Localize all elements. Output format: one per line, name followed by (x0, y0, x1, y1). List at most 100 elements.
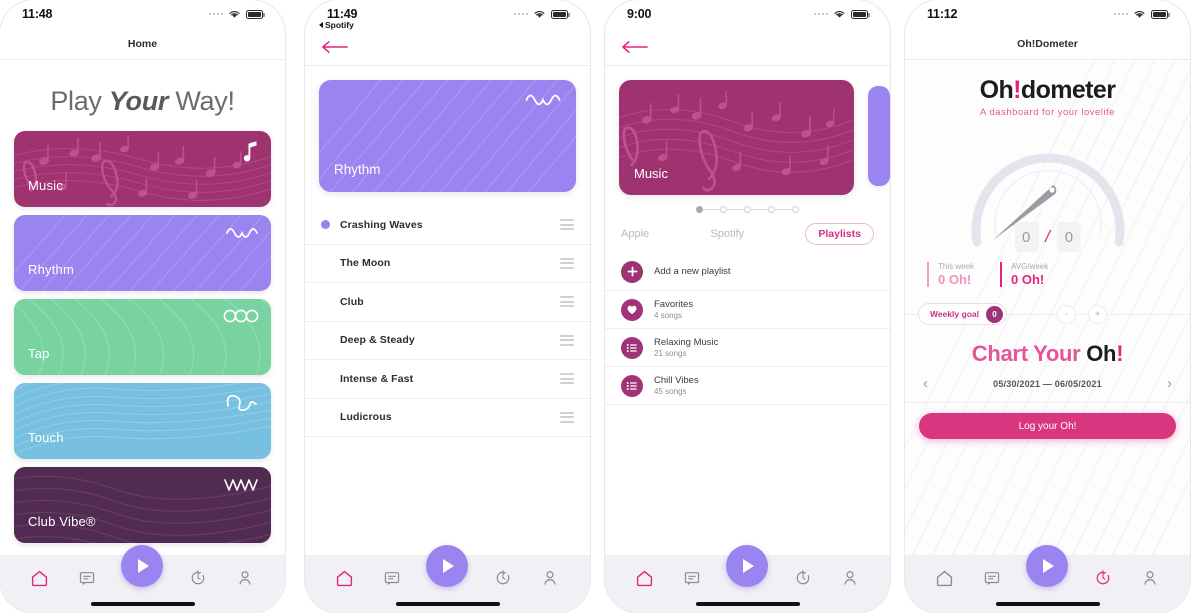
play-fab-button[interactable] (726, 545, 769, 587)
track-name: Ludicrous (340, 411, 392, 424)
mode-card-music[interactable]: Music (14, 131, 271, 207)
rhythm-hero-card[interactable]: Rhythm (319, 80, 576, 192)
drag-handle-icon[interactable] (560, 334, 574, 346)
track-name: Intense & Fast (340, 372, 414, 385)
tab-home-icon[interactable] (932, 565, 958, 591)
drag-handle-icon[interactable] (560, 411, 574, 423)
battery-icon (551, 9, 570, 19)
track-row[interactable]: Ludicrous (305, 399, 590, 437)
mode-card-label: Rhythm (28, 262, 74, 277)
counter-goal: 0 (1056, 222, 1081, 252)
carousel-card-music[interactable]: Music (619, 80, 854, 195)
weekly-goal-label: Weekly goal (930, 309, 979, 319)
play-fab-button[interactable] (121, 545, 164, 587)
tab-message-icon[interactable] (379, 565, 405, 591)
status-bar: 11:49 Spotify (305, 0, 590, 30)
track-row[interactable]: The Moon (305, 245, 590, 283)
nav-bar: Home (0, 28, 285, 60)
playlist-title: Add a new playlist (654, 266, 731, 277)
nav-bar (305, 28, 590, 66)
track-row[interactable]: Intense & Fast (305, 360, 590, 399)
chart-title-bang: ! (1116, 341, 1124, 366)
tab-timer-icon[interactable] (1090, 565, 1116, 591)
step-dot[interactable] (744, 206, 751, 213)
hero-headline: Play Your Way! (0, 60, 285, 131)
tab-home-icon[interactable] (27, 565, 53, 591)
log-oh-button[interactable]: Log your Oh! (919, 413, 1176, 439)
track-name: The Moon (340, 257, 391, 270)
hero-post: Way! (168, 86, 235, 116)
playlist-song-count: 21 songs (654, 349, 687, 358)
tab-profile-icon[interactable] (837, 565, 863, 591)
mode-card-label: Music (28, 178, 63, 193)
arrow-left-icon[interactable] (321, 40, 349, 54)
screenshot-stage: 11:48 Home Play Your Way! Music Rhythm T… (0, 0, 1200, 613)
hero-card-label: Rhythm (334, 162, 381, 177)
step-dot[interactable] (720, 206, 727, 213)
tab-playlists[interactable]: Playlists (805, 223, 874, 245)
tab-apple[interactable]: Apple (621, 228, 649, 240)
rhythm-content: Rhythm Crashing Waves The Moon Club Deep… (305, 66, 590, 555)
source-carousel[interactable]: Music (605, 80, 890, 195)
playlist-row-add[interactable]: Add a new playlist (605, 253, 890, 291)
track-row[interactable]: Deep & Steady (305, 322, 590, 360)
drag-handle-icon[interactable] (560, 296, 574, 308)
page-title: Oh!Dometer (1017, 37, 1078, 50)
tab-message-icon[interactable] (74, 565, 100, 591)
status-time: 11:12 (927, 7, 958, 21)
arrow-left-icon[interactable] (621, 40, 649, 54)
mode-card-touch[interactable]: Touch (14, 383, 271, 459)
drag-handle-icon[interactable] (560, 373, 574, 385)
playlist-row-relaxing-music[interactable]: Relaxing Music 21 songs (605, 329, 890, 367)
play-fab-button[interactable] (1026, 545, 1069, 587)
next-week-button[interactable]: › (1167, 375, 1172, 392)
tab-home-icon[interactable] (632, 565, 658, 591)
stat-value: 0 Oh! (1011, 272, 1045, 287)
playlist-row-chill-vibes[interactable]: Chill Vibes 45 songs (605, 367, 890, 405)
step-connector (727, 208, 744, 211)
mode-card-tap[interactable]: Tap (14, 299, 271, 375)
step-connector (703, 208, 720, 211)
tab-profile-icon[interactable] (537, 565, 563, 591)
home-indicator (995, 602, 1100, 606)
tab-timer-icon[interactable] (790, 565, 816, 591)
tab-spotify[interactable]: Spotify (710, 228, 744, 240)
tab-message-icon[interactable] (979, 565, 1005, 591)
track-row[interactable]: Crashing Waves (305, 206, 590, 245)
hero-emphasis: Your (108, 86, 169, 116)
step-dot-active[interactable] (696, 206, 703, 213)
goal-decrement-button[interactable]: - (1056, 304, 1076, 324)
playlist-title: Chill Vibes (654, 375, 699, 386)
track-row[interactable]: Club (305, 283, 590, 322)
play-fab-button[interactable] (426, 545, 469, 587)
list-icon (621, 336, 643, 359)
prev-week-button[interactable]: ‹ (923, 375, 928, 392)
drag-handle-icon[interactable] (560, 257, 574, 269)
playlist-texts: Chill Vibes 45 songs (654, 375, 699, 396)
step-dot[interactable] (768, 206, 775, 213)
tab-profile-icon[interactable] (1137, 565, 1163, 591)
status-indicators (208, 7, 265, 19)
tab-timer-icon[interactable] (185, 565, 211, 591)
tab-timer-icon[interactable] (490, 565, 516, 591)
carousel-next-card-peek[interactable] (868, 86, 890, 186)
play-icon (443, 559, 455, 573)
mode-card-club-vibe[interactable]: Club Vibe® (14, 467, 271, 543)
tab-profile-icon[interactable] (232, 565, 258, 591)
drag-handle-icon[interactable] (560, 219, 574, 231)
playlist-row-favorites[interactable]: Favorites 4 songs (605, 291, 890, 329)
weekly-goal-pill[interactable]: Weekly goal 0 (918, 303, 1007, 325)
phone-separator (890, 0, 905, 613)
tab-home-icon[interactable] (332, 565, 358, 591)
wave-sine-icon (524, 90, 562, 117)
phone-separator (590, 0, 605, 613)
weekly-goal-row: Weekly goal 0 - + (905, 303, 1190, 325)
carousel-step-indicator[interactable] (605, 206, 890, 213)
goal-increment-button[interactable]: + (1087, 304, 1107, 324)
step-dot[interactable] (792, 206, 799, 213)
mode-card-rhythm[interactable]: Rhythm (14, 215, 271, 291)
status-bar: 11:48 (0, 0, 285, 28)
logo-pre: Oh (979, 76, 1014, 104)
status-indicators (513, 7, 570, 19)
tab-message-icon[interactable] (679, 565, 705, 591)
